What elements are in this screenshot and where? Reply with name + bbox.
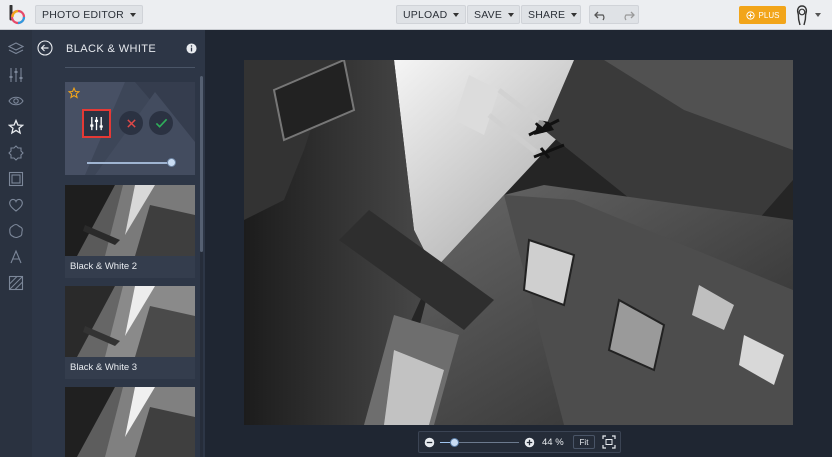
panel-divider bbox=[65, 67, 195, 68]
save-label: SAVE bbox=[474, 8, 503, 21]
close-icon bbox=[126, 118, 136, 128]
panel-scrollbar-thumb[interactable] bbox=[200, 76, 203, 252]
photo-canvas[interactable] bbox=[244, 60, 793, 425]
top-bar: PHOTO EDITOR UPLOAD SAVE SHARE PLUS bbox=[0, 0, 832, 30]
app-logo-icon[interactable] bbox=[7, 5, 27, 25]
user-menu-chevron-icon[interactable] bbox=[815, 13, 821, 17]
photo-editor-label: PHOTO EDITOR bbox=[42, 8, 124, 21]
text-icon[interactable] bbox=[8, 249, 24, 265]
plus-label: PLUS bbox=[758, 10, 780, 20]
chevron-down-icon bbox=[508, 12, 515, 17]
effect-strength-slider[interactable] bbox=[87, 157, 195, 169]
fullscreen-icon[interactable] bbox=[602, 435, 616, 449]
effect-card-partial[interactable] bbox=[65, 387, 195, 457]
user-avatar-icon[interactable] bbox=[793, 4, 811, 26]
chevron-down-icon bbox=[571, 12, 578, 17]
favorite-star-icon[interactable] bbox=[68, 87, 80, 99]
effect-card-black-white-2[interactable]: Black & White 2 bbox=[65, 185, 195, 278]
star-icon[interactable] bbox=[8, 119, 24, 135]
upload-label: UPLOAD bbox=[403, 8, 448, 21]
back-arrow-icon[interactable] bbox=[37, 40, 53, 56]
checkmark-icon bbox=[155, 118, 167, 128]
badge-icon[interactable] bbox=[8, 145, 24, 161]
save-button[interactable]: SAVE bbox=[467, 5, 520, 24]
tool-rail bbox=[0, 30, 32, 457]
effect-card-label: Black & White 3 bbox=[65, 357, 195, 379]
apply-effect-button[interactable] bbox=[149, 111, 173, 135]
info-icon[interactable] bbox=[186, 43, 197, 54]
zoom-level: 44 % bbox=[542, 437, 564, 448]
settings-sliders-icon bbox=[90, 116, 103, 131]
plus-upgrade-button[interactable]: PLUS bbox=[739, 6, 786, 24]
zoom-toolbar: 44 % Fit bbox=[418, 431, 621, 453]
layers-icon[interactable] bbox=[8, 41, 24, 57]
zoom-slider-thumb[interactable] bbox=[450, 438, 459, 447]
history-controls bbox=[589, 5, 639, 24]
photo-editor-menu[interactable]: PHOTO EDITOR bbox=[35, 5, 143, 24]
fit-button[interactable]: Fit bbox=[573, 435, 595, 449]
redo-icon[interactable] bbox=[621, 9, 635, 21]
chevron-down-icon bbox=[453, 12, 460, 17]
sliders-icon[interactable] bbox=[8, 67, 24, 83]
slider-thumb[interactable] bbox=[167, 158, 176, 167]
effect-settings-button[interactable] bbox=[82, 109, 111, 138]
share-button[interactable]: SHARE bbox=[521, 5, 581, 24]
chevron-down-icon bbox=[129, 12, 136, 17]
frame-icon[interactable] bbox=[8, 171, 24, 187]
share-label: SHARE bbox=[528, 8, 566, 21]
texture-icon[interactable] bbox=[8, 275, 24, 291]
zoom-in-icon[interactable] bbox=[524, 437, 535, 448]
plus-badge-icon bbox=[745, 10, 755, 20]
cancel-effect-button[interactable] bbox=[119, 111, 143, 135]
panel-title: BLACK & WHITE bbox=[66, 43, 157, 55]
shape-icon[interactable] bbox=[8, 223, 24, 239]
zoom-out-icon[interactable] bbox=[424, 437, 435, 448]
eye-icon[interactable] bbox=[8, 93, 24, 109]
effect-card-label: Black & White 2 bbox=[65, 256, 195, 278]
active-effect-card bbox=[65, 82, 195, 175]
effect-card-black-white-3[interactable]: Black & White 3 bbox=[65, 286, 195, 379]
effects-panel: BLACK & WHITE Black & White 2 Black & Wh… bbox=[32, 30, 205, 457]
fit-label: Fit bbox=[579, 437, 589, 447]
zoom-slider[interactable] bbox=[440, 437, 519, 448]
upload-button[interactable]: UPLOAD bbox=[396, 5, 466, 24]
photo-image bbox=[244, 60, 793, 425]
effect-thumbnail bbox=[65, 387, 195, 457]
undo-icon[interactable] bbox=[593, 9, 608, 21]
heart-icon[interactable] bbox=[8, 197, 24, 213]
slider-track bbox=[87, 162, 171, 164]
